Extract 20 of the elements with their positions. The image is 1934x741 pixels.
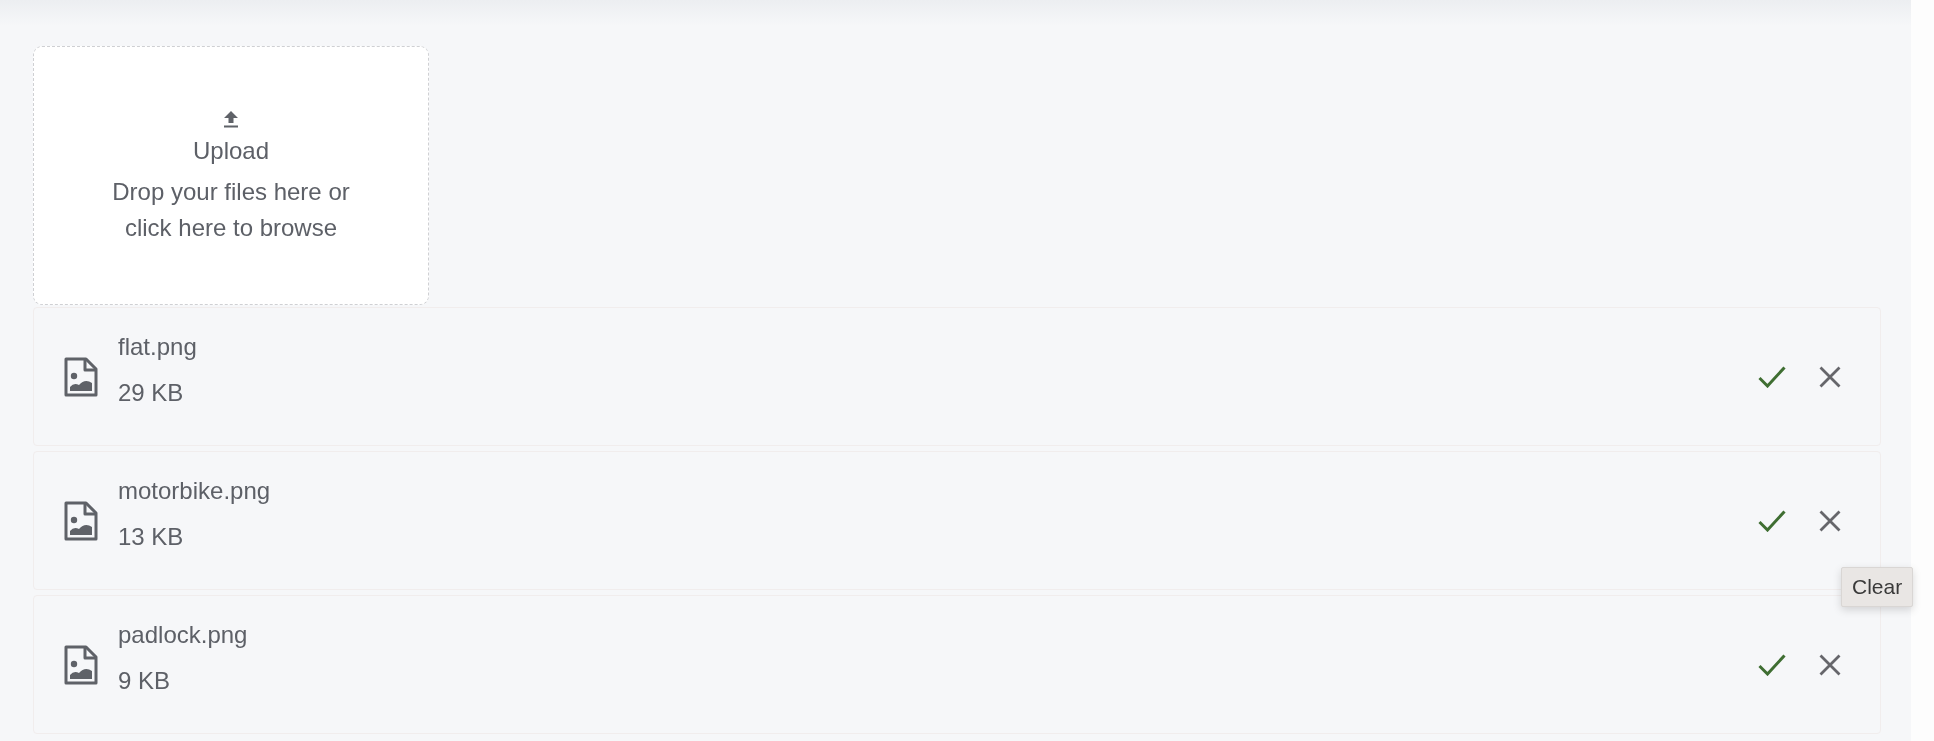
upload-hint: Drop your files here or click here to browse xyxy=(111,177,351,243)
upload-icon xyxy=(223,111,239,128)
file-name: flat.png xyxy=(118,332,197,361)
file-name: padlock.png xyxy=(118,620,248,649)
tooltip: Clear xyxy=(1841,566,1914,607)
clear-button[interactable] xyxy=(1818,652,1842,677)
close-icon xyxy=(1819,653,1841,676)
clear-button[interactable] xyxy=(1818,364,1842,389)
file-name: motorbike.png xyxy=(118,476,271,505)
close-icon xyxy=(1819,365,1841,388)
clear-button[interactable] xyxy=(1818,508,1842,533)
image-file-icon xyxy=(64,356,98,397)
file-size: 9 KB xyxy=(118,666,172,695)
image-file-icon xyxy=(64,500,98,541)
close-icon xyxy=(1819,509,1841,532)
image-file-icon xyxy=(64,644,98,685)
upload-dropzone[interactable]: Upload Drop your files here or click here to browse xyxy=(33,46,429,305)
file-size: 29 KB xyxy=(118,378,185,407)
file-size: 13 KB xyxy=(118,522,185,551)
upload-title: Upload xyxy=(192,136,270,166)
